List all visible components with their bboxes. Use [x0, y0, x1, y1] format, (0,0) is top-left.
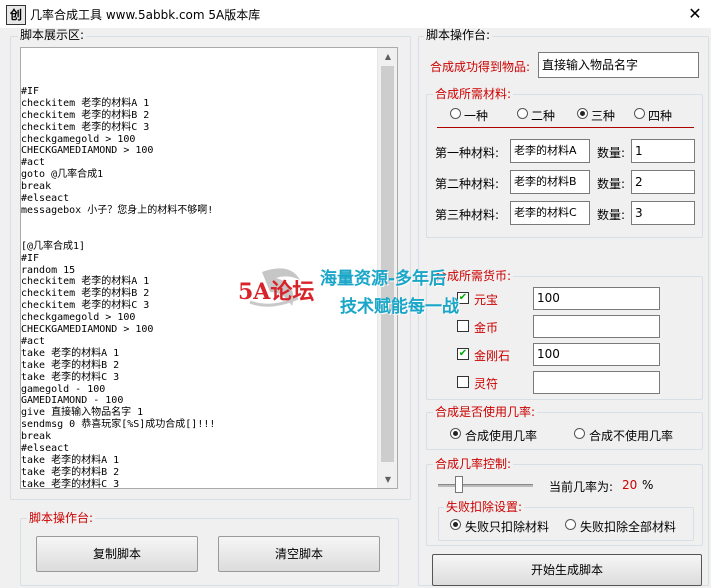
radio-icon[interactable] [450, 519, 461, 530]
material-name-input[interactable]: 老李的材料B [510, 170, 590, 194]
material-qty-input[interactable]: 2 [631, 170, 695, 194]
rate-text: 当前几率为: [549, 480, 614, 494]
close-button[interactable]: ✕ [682, 2, 708, 26]
material-name-input[interactable]: 老李的材料A [510, 139, 590, 163]
radio-icon[interactable] [450, 108, 461, 119]
use-rate-label: 合成是否使用几率: [433, 405, 538, 419]
material-qty-label: 数量: [597, 177, 626, 191]
currency-value-input[interactable]: 100 [533, 287, 660, 310]
left-ops-label: 脚本操作台: [27, 511, 96, 525]
radio-icon[interactable] [450, 428, 461, 439]
material-qty-label: 数量: [597, 208, 626, 222]
use-rate-label: 合成使用几率 [465, 429, 538, 443]
materials-divider [437, 127, 694, 128]
material-count-label: 一种 [464, 109, 489, 123]
currency-checkbox[interactable]: ✔ [457, 348, 469, 360]
fail-option-label: 失败只扣除材料 [465, 520, 550, 534]
copy-script-button[interactable]: 复制脚本 [36, 536, 198, 572]
fail-option[interactable]: 失败扣除全部材料 [565, 518, 685, 534]
currency-checkbox[interactable]: ✔ [457, 292, 469, 304]
scroll-up-icon[interactable]: ▲ [378, 48, 397, 65]
fail-label: 失败扣除设置: [444, 500, 525, 514]
currency-label: 金刚石 [474, 349, 511, 363]
currency-checkbox[interactable] [457, 320, 469, 332]
rate-slider[interactable] [438, 476, 533, 494]
radio-icon[interactable] [517, 108, 528, 119]
material-count-option[interactable]: 二种 [517, 107, 577, 123]
material-row-label: 第三种材料: [435, 208, 500, 222]
currency-value-input[interactable]: 100 [533, 343, 660, 366]
rate-slider-thumb[interactable] [455, 476, 463, 493]
script-text: #IF checkitem 老李的材料A 1 checkitem 老李的材料B … [21, 85, 216, 489]
fail-option[interactable]: 失败只扣除材料 [450, 518, 570, 534]
material-qty-label: 数量: [597, 146, 626, 160]
use-rate-label: 合成不使用几率 [589, 429, 674, 443]
material-qty-input[interactable]: 1 [631, 139, 695, 163]
material-row-label: 第一种材料: [435, 146, 500, 160]
material-name-input[interactable]: 老李的材料C [510, 201, 590, 225]
currency-checkbox[interactable] [457, 376, 469, 388]
material-count-label: 三种 [591, 109, 616, 123]
currency-label: 元宝 [474, 293, 499, 307]
result-item-label: 合成成功得到物品: [430, 60, 531, 74]
use-rate-option[interactable]: 合成不使用几率 [574, 427, 684, 443]
currency-label: 金币 [474, 321, 499, 335]
scroll-thumb[interactable] [381, 66, 394, 462]
fail-option-label: 失败扣除全部材料 [580, 520, 677, 534]
material-row-label: 第二种材料: [435, 177, 500, 191]
rate-control-label: 合成几率控制: [433, 457, 514, 471]
radio-icon[interactable] [577, 108, 588, 119]
currency-label: 灵符 [474, 377, 499, 391]
rate-unit: % [642, 478, 654, 492]
radio-icon[interactable] [634, 108, 645, 119]
vertical-scrollbar[interactable]: ▲ ▼ [377, 48, 397, 488]
script-textarea[interactable]: #IF checkitem 老李的材料A 1 checkitem 老李的材料B … [20, 47, 398, 489]
window-title: 几率合成工具 www.5abbk.com 5A版本库 [30, 8, 261, 22]
radio-icon[interactable] [574, 428, 585, 439]
scroll-down-icon[interactable]: ▼ [378, 471, 397, 488]
material-count-option[interactable]: 一种 [450, 107, 510, 123]
radio-icon[interactable] [565, 519, 576, 530]
material-count-label: 二种 [531, 109, 556, 123]
currency-value-input[interactable] [533, 371, 660, 394]
rate-value: 20 [622, 478, 638, 492]
result-item-input[interactable]: 直接输入物品名字 [538, 52, 699, 78]
app-icon: 创 [6, 5, 26, 25]
script-display-label: 脚本展示区: [18, 28, 87, 42]
clear-script-button[interactable]: 清空脚本 [218, 536, 380, 572]
rate-slider-track [438, 484, 533, 487]
currency-value-input[interactable] [533, 315, 660, 338]
right-ops-label: 脚本操作台: [424, 28, 493, 42]
material-qty-input[interactable]: 3 [631, 201, 695, 225]
currency-label: 合成所需货币: [433, 269, 514, 283]
use-rate-option[interactable]: 合成使用几率 [450, 427, 560, 443]
material-count-option[interactable]: 三种 [577, 107, 637, 123]
generate-script-button[interactable]: 开始生成脚本 [432, 554, 702, 586]
material-count-option[interactable]: 四种 [634, 107, 694, 123]
material-count-label: 四种 [648, 109, 673, 123]
materials-label: 合成所需材料: [433, 87, 514, 101]
title-bar[interactable]: 创 几率合成工具 www.5abbk.com 5A版本库 ✕ [0, 0, 711, 28]
